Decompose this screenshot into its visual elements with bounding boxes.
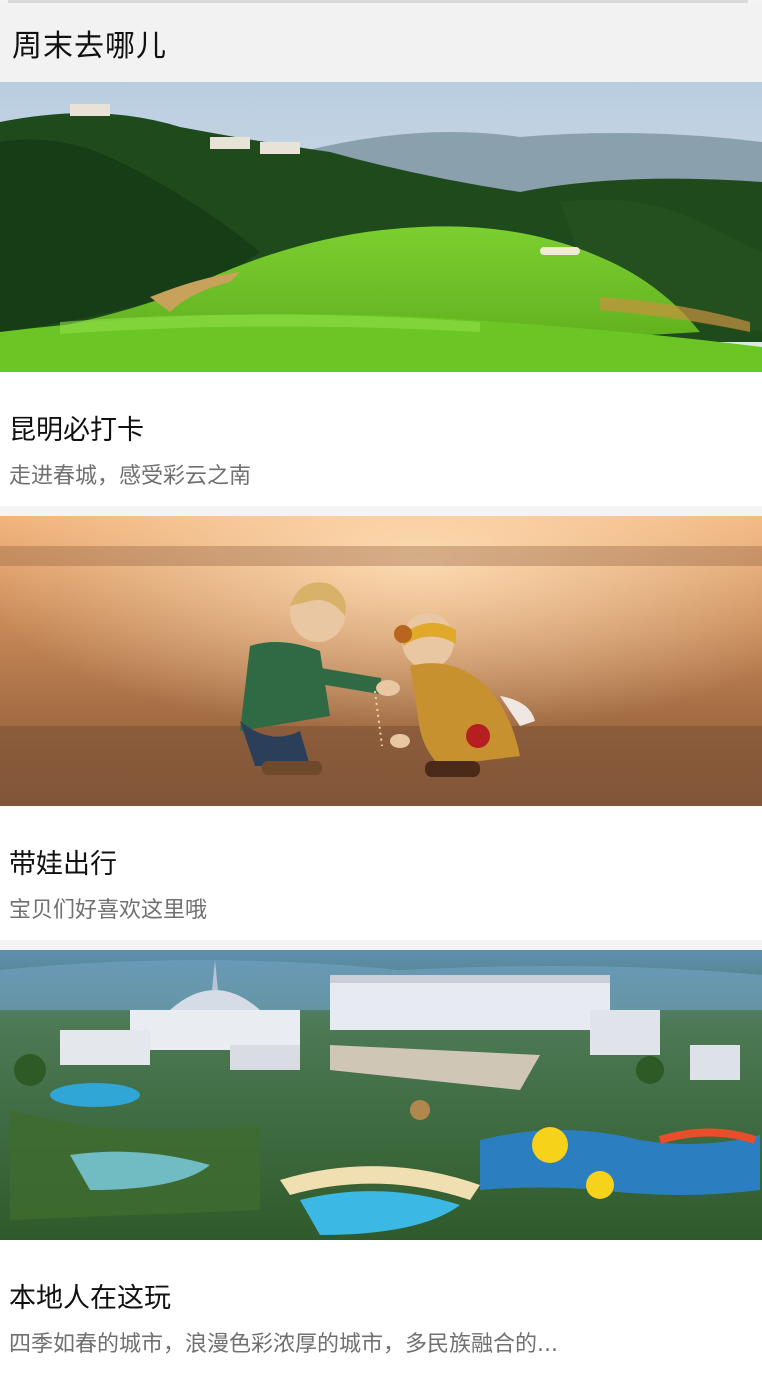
card-subtitle: 四季如春的城市，浪漫色彩浓厚的城市，多民族融合的... bbox=[9, 1332, 558, 1357]
card-kunming[interactable]: 昆明必打卡 走进春城，感受彩云之南 bbox=[0, 82, 762, 506]
card-local-favorites[interactable]: 本地人在这玩 四季如春的城市，浪漫色彩浓厚的城市，多民族融合的... bbox=[0, 950, 762, 1374]
card-title: 昆明必打卡 bbox=[9, 415, 144, 446]
header: 周末去哪儿 bbox=[0, 3, 762, 82]
card-with-kids[interactable]: 带娃出行 宝贝们好喜欢这里哦 bbox=[0, 516, 762, 940]
card-subtitle: 走进春城，感受彩云之南 bbox=[9, 464, 252, 489]
card-title: 本地人在这玩 bbox=[9, 1283, 171, 1314]
golf-course-image[interactable] bbox=[0, 82, 762, 372]
toddlers-image[interactable] bbox=[0, 516, 762, 806]
card-title: 带娃出行 bbox=[9, 849, 117, 880]
resort-image[interactable] bbox=[0, 950, 762, 1240]
card-subtitle: 宝贝们好喜欢这里哦 bbox=[9, 898, 208, 923]
page: 周末去哪儿 昆明必打卡 走进春城，感受彩云之南 带娃出行 宝贝们好喜欢这里哦 本… bbox=[0, 0, 762, 1374]
page-title: 周末去哪儿 bbox=[12, 28, 167, 64]
